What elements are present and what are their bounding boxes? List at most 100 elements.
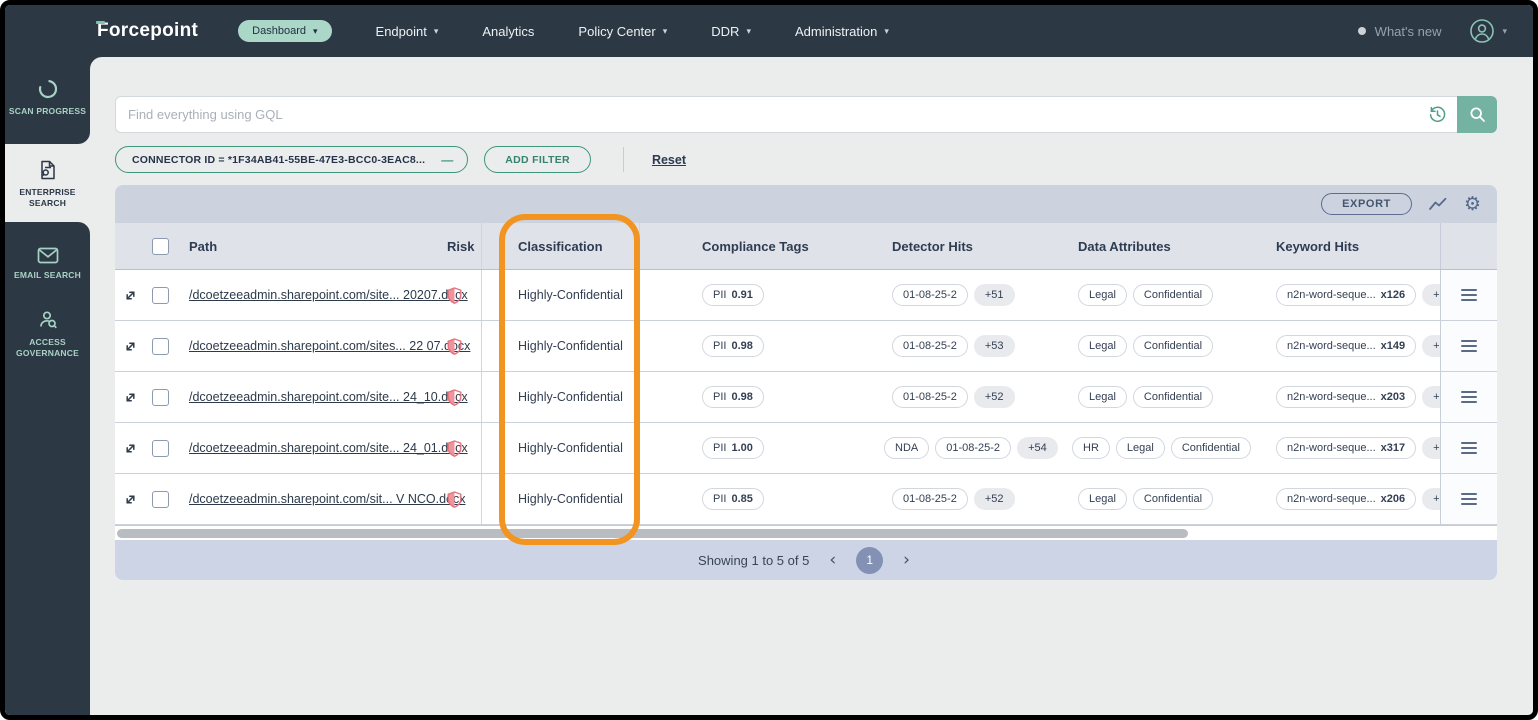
nav-item-analytics[interactable]: Analytics (482, 24, 534, 39)
remove-filter-icon[interactable]: — (441, 153, 453, 167)
trend-chart-icon[interactable] (1428, 196, 1448, 212)
column-header-keyword-hits[interactable]: Keyword Hits (1230, 223, 1440, 269)
keyword-hit-pill: n2n-word-seque... x126 (1276, 284, 1417, 306)
risk-shield-icon (447, 337, 462, 355)
nav-label: Policy Center (578, 23, 656, 39)
classification-value: Highly-Confidential (518, 390, 623, 404)
nav-label: Dashboard (252, 25, 306, 37)
search-input[interactable] (115, 96, 1457, 133)
pagination-bar: Showing 1 to 5 of 5 ‹ 1 › (115, 540, 1497, 580)
nav-item-ddr[interactable]: DDR ▾ (711, 24, 751, 39)
gear-icon[interactable]: ⚙ (1464, 194, 1481, 214)
caret-down-icon: ▾ (746, 25, 751, 36)
top-nav-right: What's new ▾ (1357, 18, 1533, 44)
next-page-button[interactable]: › (899, 550, 914, 570)
filter-row: CONNECTOR ID = *1F34AB41-55BE-47E3-BCC0-… (115, 146, 1497, 173)
add-filter-button[interactable]: ADD FILTER (484, 146, 591, 173)
path-link[interactable]: /dcoetzeeadmin.sharepoint.com/site... 24… (189, 441, 468, 455)
row-menu-button[interactable] (1461, 493, 1477, 505)
search-button[interactable] (1457, 96, 1497, 133)
filter-chip-label: CONNECTOR ID = *1F34AB41-55BE-47E3-BCC0-… (132, 153, 426, 166)
keyword-hit-pill: n2n-word-seque... x206 (1276, 488, 1417, 510)
caret-down-icon: ▾ (662, 25, 668, 36)
classification-value: Highly-Confidential (518, 288, 623, 302)
detector-more-pill[interactable]: +52 (973, 386, 1015, 408)
detector-tag-pill: 01-08-25-2 (892, 386, 968, 408)
detector-more-pill[interactable]: +52 (973, 488, 1015, 510)
compliance-tag-pill: PII 1.00 (702, 437, 764, 459)
expand-row-button[interactable] (123, 441, 138, 456)
top-nav: Forcepoint Dashboard ▾ Endpoint ▾ Analyt… (5, 5, 1533, 57)
prev-page-button[interactable]: ‹ (825, 550, 840, 570)
path-link[interactable]: /dcoetzeeadmin.sharepoint.com/sit... V N… (189, 492, 466, 506)
sidebar-item-scan-progress[interactable]: SCAN PROGRESS (5, 69, 90, 126)
connector-id-filter-chip[interactable]: CONNECTOR ID = *1F34AB41-55BE-47E3-BCC0-… (115, 146, 469, 173)
scan-progress-icon (37, 78, 59, 100)
enterprise-search-icon (37, 159, 59, 181)
expand-row-button[interactable] (123, 339, 138, 354)
expand-row-button[interactable] (123, 492, 138, 507)
expand-row-button[interactable] (123, 288, 138, 303)
nav-item-endpoint[interactable]: Endpoint ▾ (376, 24, 439, 39)
keyword-hit-pill: n2n-word-seque... x149 (1276, 335, 1417, 357)
column-header-detector-hits[interactable]: Detector Hits (830, 223, 1040, 269)
attribute-tag-pill: HR (1072, 437, 1110, 459)
column-header-risk[interactable]: Risk (435, 223, 481, 269)
caret-down-icon: ▾ (884, 25, 889, 36)
nav-item-administration[interactable]: Administration ▾ (795, 24, 889, 39)
table-row: /dcoetzeeadmin.sharepoint.com/site... 20… (115, 270, 1497, 321)
keyword-hit-pill: n2n-word-seque... x203 (1276, 386, 1417, 408)
row-checkbox[interactable] (151, 388, 169, 406)
table-header-row: Path Risk Classification Compliance Tags… (115, 223, 1497, 270)
nav-label: Endpoint (375, 23, 427, 39)
row-menu-button[interactable] (1461, 391, 1477, 403)
table-row: /dcoetzeeadmin.sharepoint.com/sites... 2… (115, 321, 1497, 372)
nav-item-dashboard[interactable]: Dashboard ▾ (238, 20, 332, 42)
sidebar-item-label: ENTERPRISE SEARCH (19, 187, 76, 209)
sidebar-item-email-search[interactable]: EMAIL SEARCH (5, 238, 90, 290)
whats-new-link[interactable]: What's new (1357, 24, 1441, 39)
page-number-button[interactable]: 1 (856, 546, 884, 574)
sidebar-item-access-governance[interactable]: ACCESS GOVERNANCE (5, 300, 90, 368)
column-header-path[interactable]: Path (175, 223, 435, 269)
nav-item-policy-center[interactable]: Policy Center ▾ (578, 24, 667, 39)
caret-down-icon: ▾ (1502, 25, 1507, 36)
row-checkbox[interactable] (151, 286, 169, 304)
path-link[interactable]: /dcoetzeeadmin.sharepoint.com/sites... 2… (189, 339, 470, 353)
detector-more-pill[interactable]: +53 (973, 335, 1015, 357)
notification-dot-icon (1357, 27, 1366, 35)
row-checkbox[interactable] (151, 337, 169, 355)
email-icon (37, 247, 59, 264)
keyword-hit-pill: n2n-word-seque... x317 (1276, 437, 1417, 459)
compliance-tag-pill: PII 0.91 (702, 284, 764, 306)
nav-label: DDR (711, 23, 740, 39)
user-menu[interactable]: ▾ (1469, 18, 1507, 44)
reset-filters-link[interactable]: Reset (652, 153, 686, 167)
classification-value: Highly-Confidential (518, 492, 623, 506)
attribute-tag-pill: Confidential (1132, 386, 1214, 408)
path-link[interactable]: /dcoetzeeadmin.sharepoint.com/site... 24… (189, 390, 468, 404)
column-header-classification[interactable]: Classification (481, 223, 640, 269)
detector-more-pill[interactable]: +51 (973, 284, 1015, 306)
sidebar-item-enterprise-search[interactable]: ENTERPRISE SEARCH (5, 144, 90, 222)
expand-row-button[interactable] (123, 390, 138, 405)
row-checkbox[interactable] (151, 439, 169, 457)
sidebar-item-label: ACCESS GOVERNANCE (16, 337, 79, 359)
column-header-compliance-tags[interactable]: Compliance Tags (640, 223, 830, 269)
table-toolbar: EXPORT ⚙ (115, 185, 1497, 223)
sidebar: SCAN PROGRESS ENTERPRISE SEARCH EMAIL SE… (5, 57, 90, 715)
horizontal-scrollbar-thumb[interactable] (117, 529, 1189, 538)
divider (622, 147, 624, 172)
row-menu-button[interactable] (1461, 442, 1477, 454)
path-link[interactable]: /dcoetzeeadmin.sharepoint.com/site... 20… (189, 288, 468, 302)
search-icon (1469, 106, 1486, 123)
compliance-tag-pill: PII 0.98 (702, 386, 764, 408)
row-menu-button[interactable] (1461, 340, 1477, 352)
column-header-data-attributes[interactable]: Data Attributes (1040, 223, 1230, 269)
row-checkbox[interactable] (151, 490, 169, 508)
row-menu-button[interactable] (1461, 289, 1477, 301)
table-row: /dcoetzeeadmin.sharepoint.com/site... 24… (115, 423, 1497, 474)
export-button[interactable]: EXPORT (1321, 193, 1412, 215)
select-all-checkbox[interactable] (151, 237, 169, 255)
search-history-icon[interactable] (1428, 105, 1447, 124)
